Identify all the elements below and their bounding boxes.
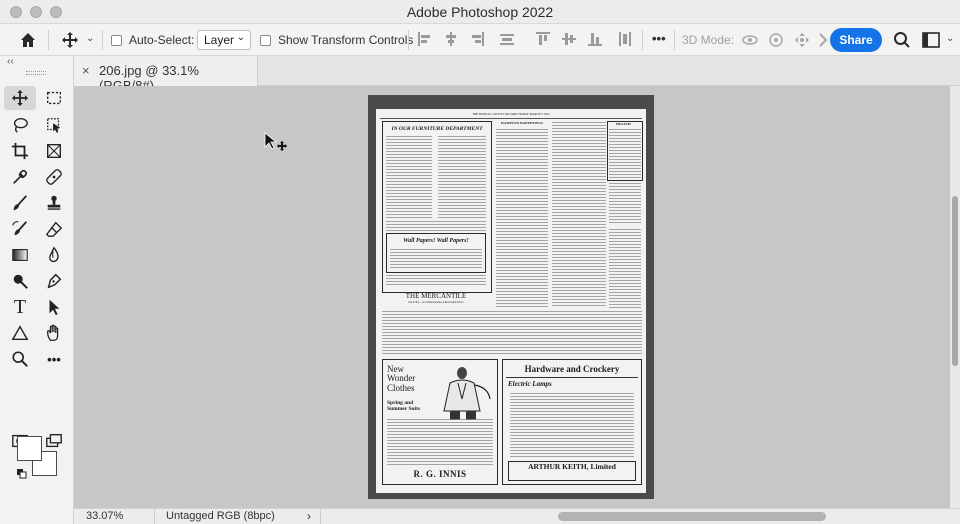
lamps-heading: Electric Lamps [508,380,552,388]
document-profile: Untagged RGB (8bpc) [166,510,275,522]
eyedropper-icon[interactable] [4,165,36,189]
brush-icon[interactable] [4,191,36,215]
frame-icon[interactable] [38,139,70,163]
shape-tool-icon[interactable] [4,321,36,345]
keith-name: ARTHUR KEITH, Limited [528,462,616,471]
auto-select-label: Auto-Select: [129,33,195,47]
panel-grip[interactable] [26,71,46,75]
separator [642,30,643,50]
mercantile-heading: THE MERCANTILE [405,292,467,300]
blur-icon[interactable] [38,243,70,267]
separator [674,30,675,50]
screen-mode-icon[interactable] [38,429,70,453]
canvas-area[interactable]: THE BUREAU COUNTY RECORD FRIDAY MARCH 3 … [74,86,950,508]
crop-icon[interactable] [4,139,36,163]
rectangular-marquee-icon[interactable] [38,86,70,110]
status-bar: 33.07% Untagged RGB (8bpc) › [74,508,960,524]
type-tool-icon[interactable]: T [4,295,36,319]
distribute-horizontal-icon[interactable] [618,32,632,46]
suits-heading: Spring and Summer Suits [387,400,421,412]
wallpaper-heading: Wall Papers! Wall Papers! [403,238,469,244]
options-bar: ⌄ Auto-Select: Layer ⌄ Show Transform Co… [0,24,960,56]
suit-figure-illustration [443,367,491,420]
3d-mode-label: 3D Mode: [682,33,735,47]
pen-icon[interactable] [38,269,70,293]
separator [408,30,409,50]
hand-icon[interactable] [38,321,70,345]
masthead: THE BUREAU COUNTY RECORD FRIDAY MARCH 3 … [472,112,550,116]
3d-roll-icon[interactable] [766,30,786,53]
home-icon[interactable] [18,30,38,53]
path-selection-icon[interactable] [38,295,70,319]
separator [48,30,49,50]
move-tool-preset-icon[interactable] [60,30,80,53]
object-selection-icon[interactable] [38,113,70,137]
align-right-edges-icon[interactable] [470,32,484,46]
chevron-down-icon[interactable]: ⌄ [946,33,954,44]
innis-name: R. G. INNIS [413,469,467,479]
align-left-edges-icon[interactable] [418,32,432,46]
foreground-color-swatch[interactable] [17,436,42,461]
show-transform-label: Show Transform Controls [278,33,414,47]
horizontal-scroll-thumb[interactable] [558,512,826,521]
auto-select-value: Layer [204,33,235,47]
share-button[interactable]: Share [830,28,882,52]
vertical-scrollbar[interactable] [950,86,960,508]
3d-slide-icon[interactable] [816,30,830,53]
align-bottom-edges-icon[interactable] [588,32,602,46]
eraser-icon[interactable] [38,217,70,241]
default-colors-icon[interactable] [17,466,27,479]
mercantile-subheading: Our Policy - Good Merchandise at Reasona… [408,301,464,304]
collapse-panel-icon[interactable]: ‹‹ [7,56,14,67]
clothes-heading: New Wonder Clothes [387,364,416,393]
zoom-icon[interactable] [4,347,36,371]
clone-stamp-icon[interactable] [38,191,70,215]
align-top-edges-icon[interactable] [536,32,550,46]
dodge-icon[interactable] [4,269,36,293]
zoom-level[interactable]: 33.07% [86,510,123,522]
show-transform-checkbox[interactable] [260,35,271,46]
move-tool-icon[interactable] [4,86,36,110]
chevron-down-icon[interactable]: ⌄ [86,33,94,44]
workspace-icon[interactable] [922,32,940,51]
auto-select-dropdown[interactable]: Layer ⌄ [197,30,251,50]
align-horizontal-centers-icon[interactable] [444,32,458,46]
search-icon[interactable] [893,31,911,52]
more-options-icon[interactable]: ••• [652,31,666,46]
distribute-vertical-icon[interactable] [500,32,514,46]
document-image[interactable]: THE BUREAU COUNTY RECORD FRIDAY MARCH 3 … [368,95,654,499]
lasso-icon[interactable] [4,113,36,137]
more-tools-icon[interactable]: ••• [38,347,70,371]
vertical-scroll-thumb[interactable] [952,196,958,366]
3d-pan-icon[interactable] [792,30,812,53]
separator [102,30,103,50]
title-bar: Adobe Photoshop 2022 [0,0,960,24]
history-brush-icon[interactable] [4,217,36,241]
status-menu-arrow-icon[interactable]: › [307,509,311,523]
chevron-down-icon: ⌄ [236,32,245,43]
gradient-icon[interactable] [4,243,36,267]
furniture-heading: IN OUR FURNITURE DEPARTMENT [391,126,483,132]
document-tab[interactable]: × 206.jpg @ 33.1% (RGB/8#) [74,56,258,93]
newspaper-page: THE BUREAU COUNTY RECORD FRIDAY MARCH 3 … [376,109,646,493]
3d-orbit-icon[interactable] [740,30,760,53]
healing-brush-icon[interactable] [38,165,70,189]
auto-select-checkbox[interactable] [111,35,122,46]
tools-panel: ‹‹ T ••• ⇄ [0,56,74,524]
close-tab-icon[interactable]: × [82,63,90,78]
window-title: Adobe Photoshop 2022 [406,4,554,20]
move-cursor-icon [264,132,288,159]
align-vertical-centers-icon[interactable] [562,32,576,46]
hardware-heading: Hardware and Crockery [524,364,620,374]
document-tab-bar: × 206.jpg @ 33.1% (RGB/8#) [74,56,960,93]
